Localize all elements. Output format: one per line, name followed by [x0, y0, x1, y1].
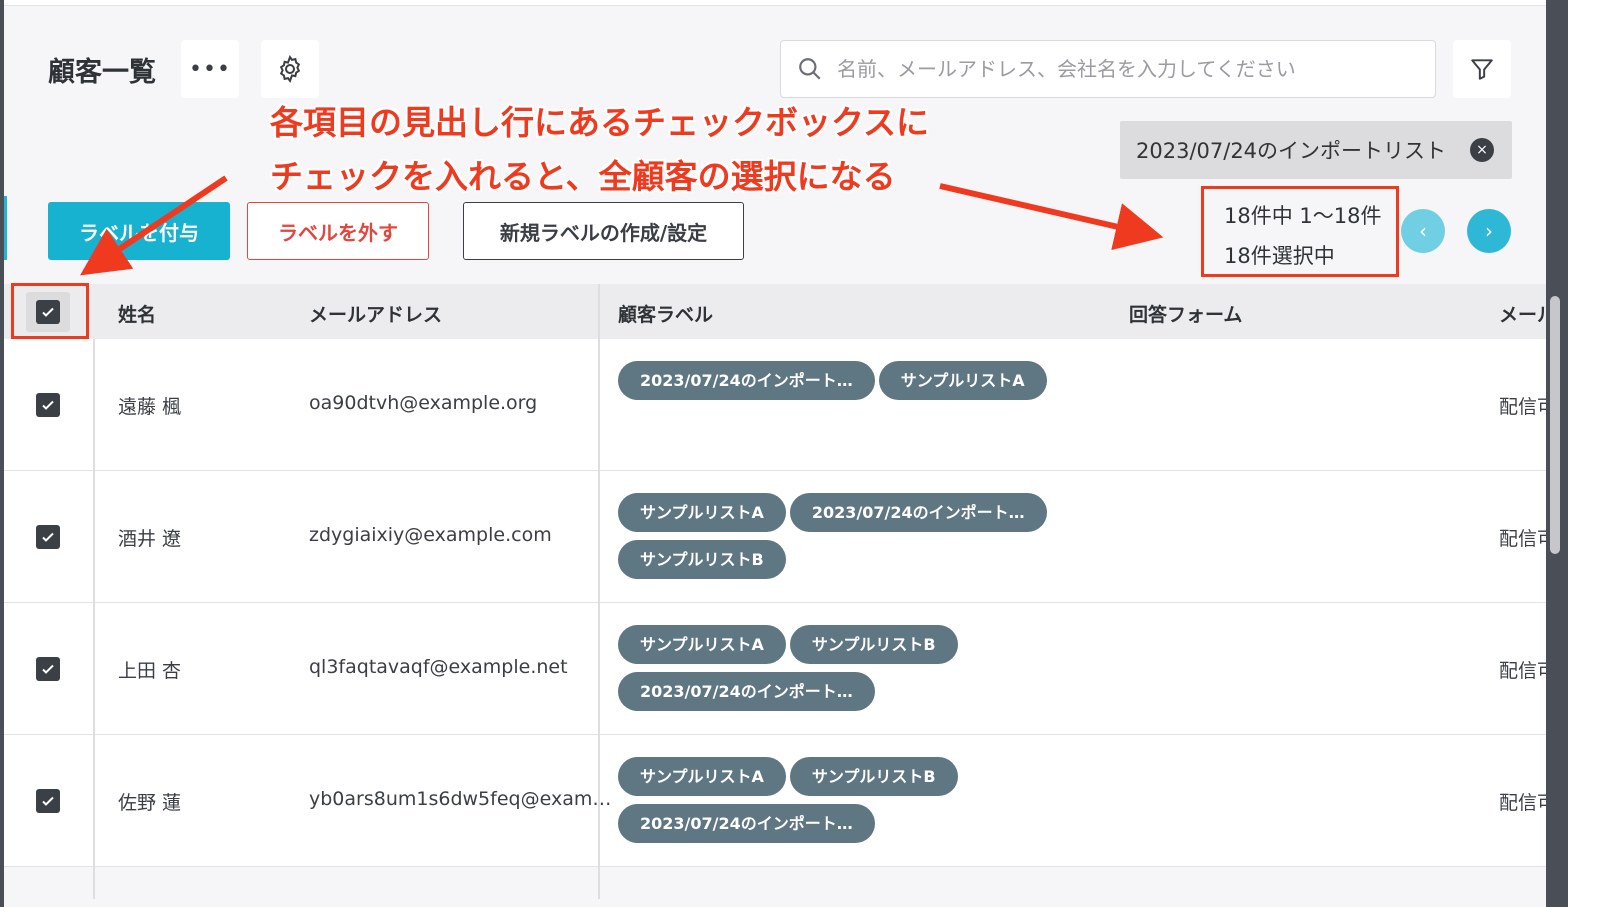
mail-status: 配信可 — [1499, 396, 1546, 418]
prev-page-button[interactable]: ‹ — [1401, 209, 1445, 253]
more-options-button[interactable]: ••• — [181, 40, 239, 98]
search-icon — [799, 58, 821, 80]
check-icon — [42, 400, 54, 410]
search-box[interactable] — [780, 40, 1436, 98]
column-divider — [93, 339, 95, 899]
column-header-labels[interactable]: 顧客ラベル — [618, 300, 713, 327]
chevron-left-icon: ‹ — [1419, 219, 1427, 243]
window-edge — [1568, 0, 1600, 907]
annotation-line-2: チェックを入れると、全顧客の選択になる — [270, 157, 896, 196]
customer-label-tag[interactable]: サンプルリストB — [618, 540, 786, 579]
customer-email: zdygiaixiy@example.com — [309, 524, 552, 546]
filter-icon — [1471, 59, 1493, 80]
nav-edge-indicator — [4, 196, 7, 260]
assign-label-button[interactable]: ラベルを付与 — [48, 202, 230, 260]
annotation-box-count — [1201, 186, 1399, 277]
row-checkbox[interactable] — [36, 789, 60, 813]
customer-label-tag[interactable]: 2023/07/24のインポート… — [789, 493, 1047, 532]
row-checkbox[interactable] — [36, 393, 60, 417]
customer-name[interactable]: 上田 杏 — [118, 656, 181, 683]
table-header: 姓名 メールアドレス 顧客ラベル 回答フォーム メール — [4, 284, 1546, 339]
filter-chip-label: 2023/07/24のインポートリスト — [1136, 139, 1447, 163]
customer-labels: 2023/07/24のインポート… サンプルリストA — [618, 361, 1088, 408]
more-icon: ••• — [189, 56, 231, 82]
check-icon — [42, 664, 54, 674]
customer-label-tag[interactable]: 2023/07/24のインポート… — [618, 361, 875, 400]
table-body: 遠藤 楓 oa90dtvh@example.org 2023/07/24のインポ… — [4, 339, 1546, 867]
customer-label-tag[interactable]: 2023/07/24のインポート… — [618, 804, 875, 843]
customer-email: oa90dtvh@example.org — [309, 392, 538, 414]
search-input[interactable] — [837, 57, 1397, 81]
remove-label-button[interactable]: ラベルを外す — [247, 202, 429, 260]
annotation-line-1: 各項目の見出し行にあるチェックボックスに — [270, 103, 930, 142]
filter-button[interactable] — [1453, 40, 1511, 98]
gear-icon — [279, 55, 301, 83]
next-page-button[interactable]: › — [1467, 209, 1511, 253]
row-checkbox[interactable] — [36, 657, 60, 681]
vertical-scrollbar-thumb[interactable] — [1550, 296, 1560, 554]
customer-labels: サンプルリストA 2023/07/24のインポート…サンプルリストB — [618, 493, 1088, 587]
customer-label-tag[interactable]: 2023/07/24のインポート… — [618, 672, 875, 711]
customer-label-tag[interactable]: サンプルリストA — [618, 625, 786, 664]
page-title: 顧客一覧 — [48, 57, 156, 88]
column-header-name[interactable]: 姓名 — [118, 300, 156, 327]
column-header-email[interactable]: メールアドレス — [309, 300, 442, 327]
table-row[interactable]: 上田 杏 ql3faqtavaqf@example.net サンプルリストA サン… — [4, 603, 1546, 735]
create-label-button[interactable]: 新規ラベルの作成/設定 — [463, 202, 744, 260]
customer-labels: サンプルリストA サンプルリストB 2023/07/24のインポート… — [618, 625, 1088, 719]
row-checkbox[interactable] — [36, 525, 60, 549]
customer-email: yb0ars8um1s6dw5feq@exam… — [309, 788, 612, 810]
mail-status: 配信可 — [1499, 792, 1546, 814]
customer-table: 姓名 メールアドレス 顧客ラベル 回答フォーム メール 遠藤 楓 oa90dtv… — [4, 284, 1546, 899]
table-row[interactable]: 酒井 遼 zdygiaixiy@example.com サンプルリストA 2023… — [4, 471, 1546, 603]
customer-name[interactable]: 酒井 遼 — [118, 524, 181, 551]
column-header-mail[interactable]: メール — [1499, 300, 1546, 327]
customer-labels: サンプルリストA サンプルリストB 2023/07/24のインポート… — [618, 757, 1088, 851]
filter-chip: 2023/07/24のインポートリスト × — [1120, 121, 1512, 179]
customer-email: ql3faqtavaqf@example.net — [309, 656, 568, 678]
customer-name[interactable]: 佐野 蓮 — [118, 788, 181, 815]
settings-button[interactable] — [261, 40, 319, 98]
customer-label-tag[interactable]: サンプルリストA — [878, 361, 1047, 400]
customer-label-tag[interactable]: サンプルリストB — [789, 757, 958, 796]
check-icon — [42, 532, 54, 542]
column-divider — [598, 284, 600, 899]
column-header-form[interactable]: 回答フォーム — [1129, 300, 1242, 327]
mail-status: 配信可 — [1499, 528, 1546, 550]
table-row[interactable]: 遠藤 楓 oa90dtvh@example.org 2023/07/24のインポ… — [4, 339, 1546, 471]
mail-status: 配信可 — [1499, 660, 1546, 682]
customer-label-tag[interactable]: サンプルリストB — [789, 625, 958, 664]
customer-label-tag[interactable]: サンプルリストA — [618, 757, 786, 796]
customer-name[interactable]: 遠藤 楓 — [118, 392, 181, 419]
chevron-right-icon: › — [1485, 219, 1493, 243]
annotation-box-select-all — [11, 283, 89, 339]
close-icon[interactable]: × — [1470, 138, 1494, 162]
table-row[interactable]: 佐野 蓮 yb0ars8um1s6dw5feq@exam… サンプルリストA サン… — [4, 735, 1546, 867]
customer-label-tag[interactable]: サンプルリストA — [618, 493, 786, 532]
check-icon — [42, 796, 54, 806]
top-bar — [4, 0, 1546, 6]
